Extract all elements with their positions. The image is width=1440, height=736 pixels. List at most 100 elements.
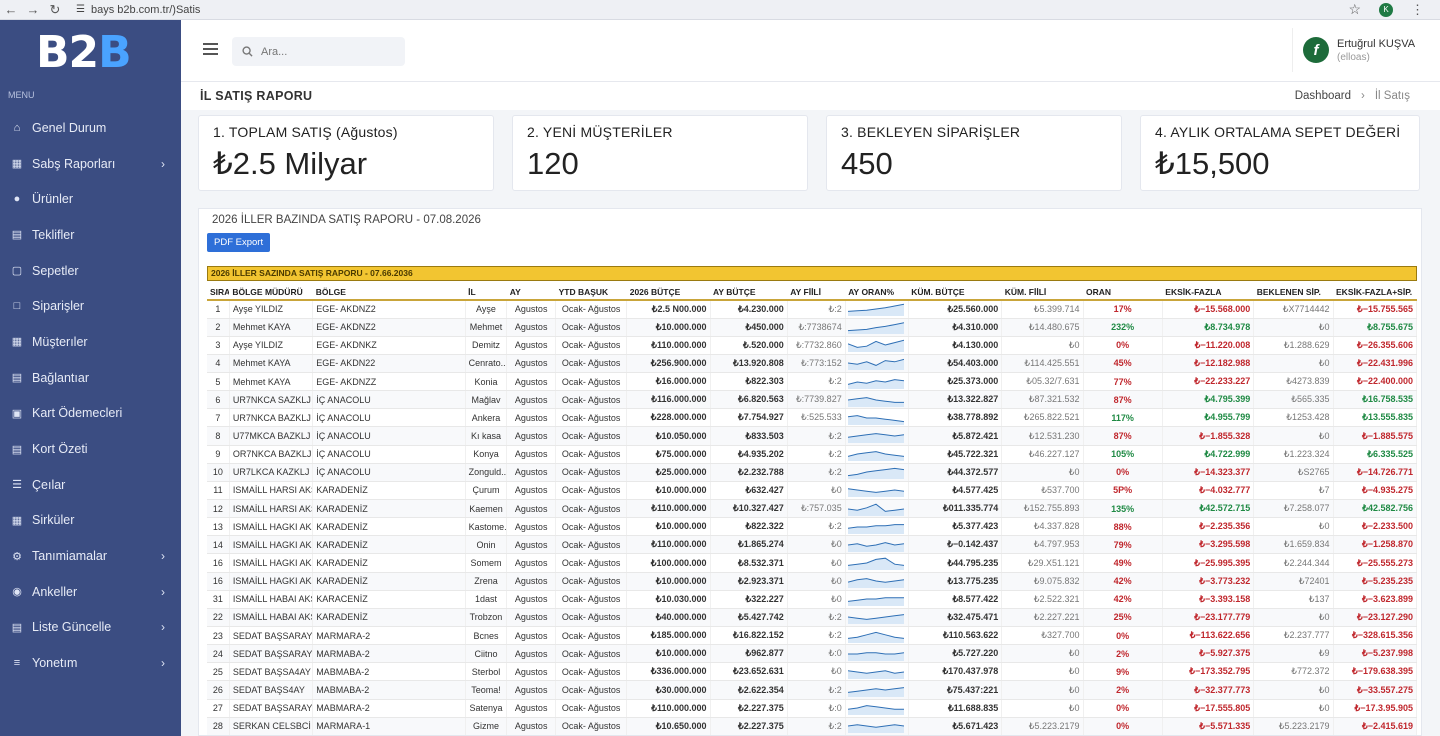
hamburger-menu-icon[interactable] — [203, 43, 218, 55]
brand-logo[interactable]: B2 B — [0, 20, 181, 84]
settings-icon: ⚙ — [12, 550, 22, 563]
search-input[interactable] — [261, 45, 391, 58]
table-row[interactable]: 23 SEDAT BAŞSARAY MARMARA-2 Bcnes Agustos Oca… — [207, 626, 1418, 646]
table-row[interactable]: 16 ISMAİLL HAGKI AKS. KARADENİZ Zrena Agusto… — [207, 572, 1418, 591]
table-row[interactable]: 10 UR7LKCA KAZKLJ İÇ ANACOLU Zonguld... Agus… — [207, 463, 1418, 482]
sidebar-item-label: Sirküler — [32, 513, 75, 528]
cell-ay-butce: ₺.520.000 — [710, 336, 788, 355]
cell-oran: 0% — [1083, 463, 1163, 482]
browser-menu-icon[interactable]: ⋮ — [1411, 2, 1424, 18]
cell-ay-fiili: ₺:2 — [787, 626, 846, 646]
table-row[interactable]: 9 OR7NKCA BAZKLJ İÇ ANACOLU Konya Agustos Oca… — [207, 445, 1418, 464]
column-header[interactable]: EKSİK-FAZLA — [1162, 284, 1254, 301]
cell-ay-fiili: ₺:773:152 — [787, 354, 846, 374]
sidebar-item-3[interactable]: ▤ Teklifler — [0, 217, 181, 253]
table-row[interactable]: 6 UR7NKCA SAZKLJ İÇ ANACOLU Mağlav Agustos Oc… — [207, 390, 1418, 410]
cell-oran: 79% — [1083, 535, 1163, 555]
sidebar-item-8[interactable]: ▣ Kart Ödemecleri — [0, 396, 181, 432]
column-header[interactable]: EKSİK-FAZLA+SİP. — [1333, 284, 1417, 301]
table-row[interactable]: 16 ISMAİLL HAGKI AKS. KARADENİZ Somem Agusto… — [207, 553, 1418, 573]
table-row[interactable]: 8 U77MKCA BAZKLJ İÇ ANACOLU Kı kasa Agustos O… — [207, 426, 1418, 446]
cell-butce: ₺30.000.000 — [626, 680, 711, 700]
cell-beklenen: ₺772.372 — [1253, 662, 1334, 682]
table-row[interactable]: 26 SEDAT BAŞS4AY MABMABA-2 Teoma! Agustos Oca… — [207, 680, 1418, 700]
table-row[interactable]: 25 SEDAT BAŞSA4AY MABMABA-2 Sterbol Agustos O… — [207, 662, 1418, 682]
sidebar-item-11[interactable]: ▦ Sirküler — [0, 503, 181, 539]
sidebar-item-12[interactable]: ⚙ Tanımiamalar › — [0, 538, 181, 574]
table-row[interactable]: 4 Mehmet KAYA EGE- AKDN22 Cenrato... Agustos… — [207, 354, 1418, 374]
cell-kum-fiili: ₺0 — [1001, 644, 1084, 664]
sidebar-item-9[interactable]: ▤ Kort Özeti — [0, 431, 181, 467]
bookmark-star-icon[interactable]: ☆ — [1348, 1, 1361, 18]
cell-son: ₺−5.235.235 — [1333, 572, 1418, 591]
column-header[interactable]: SIRA — [207, 284, 230, 301]
table-row[interactable]: 2 Mehmet KAYA EGE- AKDNZ2 Mehmet Agustos Ocak… — [207, 318, 1418, 337]
cell-beklenen: ₺137 — [1253, 590, 1334, 609]
table-row[interactable]: 31 ISMAİLL HABAI AKS. KARACENİZ 1dast Agusto… — [207, 590, 1418, 609]
column-header[interactable]: YTD BAŞUK — [555, 284, 627, 301]
column-header[interactable]: BÖLGE — [312, 284, 466, 301]
table-row[interactable]: 12 ISMAİLL HARSI AKS. KARADENİZ Kaemen Agust… — [207, 499, 1418, 519]
site-info-icon[interactable]: ☰ — [76, 4, 85, 15]
table-row[interactable]: 24 SEDAT BAŞSARAY MARMABA-2 Ciitno Agustos Oc… — [207, 644, 1418, 664]
column-header[interactable]: AY FİİLİ — [787, 284, 846, 301]
cell-butce: ₺110.000.000 — [626, 499, 711, 519]
column-header[interactable]: AY ORAN% — [845, 284, 909, 301]
search-box[interactable] — [232, 37, 405, 66]
user-profile[interactable]: f Ertuğrul KUŞVA (elloas) — [1292, 28, 1422, 72]
sidebar-item-15[interactable]: ≡ Yonetım › — [0, 645, 181, 681]
table-row[interactable]: 5 Mehmet KAYA EGE- AKDNZZ Konia Agustos Ocak-… — [207, 372, 1418, 392]
cell-il: Demitz — [465, 336, 508, 355]
column-header[interactable]: İL — [465, 284, 507, 301]
cell-sira: 6 — [207, 390, 230, 410]
forward-icon[interactable]: → — [22, 2, 44, 17]
table-row[interactable]: 1 Ayşe YILDIZ EGE- AKDNZ2 Ayşe Agustos Ocak- … — [207, 300, 1418, 319]
cell-bolge: KARADENİZ — [312, 517, 466, 537]
column-header[interactable]: BÖLGE MÜDÜRÜ — [229, 284, 313, 301]
trend-sparkline — [845, 680, 909, 700]
address-bar[interactable]: ☰ bays b2b.com.tr/)Satis — [76, 4, 200, 16]
table-row[interactable]: 14 ISMAİLL HAGKI AKS. KARADENİZ Onin Agustos… — [207, 535, 1418, 555]
browser-profile-icon[interactable]: K — [1379, 2, 1393, 17]
table-row[interactable]: 7 UR7NKCA BAZKLJ İÇ ANACOLU Ankera Agustos Oc… — [207, 408, 1418, 428]
sidebar-item-1[interactable]: ▦ Sabş Raporları › — [0, 146, 181, 182]
column-header[interactable]: 2026 BÜTÇE — [626, 284, 711, 301]
table-row[interactable]: 13ISMAİLL HAGKI AKS.KARADENİZKastome...A… — [207, 517, 1418, 537]
cell-sira: 8 — [207, 426, 230, 446]
cell-kum-butce: ₺75.437:221 — [908, 680, 1003, 700]
sidebar-item-13[interactable]: ◉ Ankeller › — [0, 574, 181, 610]
cell-kum-fiili: ₺4.337.828 — [1001, 517, 1084, 537]
sidebar-item-10[interactable]: ☰ Çeılar — [0, 467, 181, 503]
table-row[interactable]: 3 Ayşe YILDIZ EGE- AKDNKZ Demitz Agustos Ocak… — [207, 336, 1418, 355]
cell-eksik: ₺−5.927.375 — [1162, 644, 1255, 664]
sidebar-item-6[interactable]: ▦ Müşterıler — [0, 324, 181, 360]
sidebar-item-5[interactable]: □ Siparişler — [0, 288, 181, 324]
table-row[interactable]: 27 SEDAT BAŞSARAY MABMARA-2 Satenya Agustos O… — [207, 699, 1418, 718]
sidebar-item-label: Çeılar — [32, 477, 66, 492]
column-header[interactable]: KÜM. BÜTÇE — [908, 284, 1002, 301]
column-header[interactable]: KÜM. FİİLİ — [1001, 284, 1084, 301]
cell-beklenen: ₺1.288.629 — [1253, 336, 1334, 355]
breadcrumb-home[interactable]: Dashboard — [1295, 90, 1351, 102]
cell-ay-butce: ₺6.820.563 — [710, 390, 788, 410]
sidebar-item-2[interactable]: ● Ürünler — [0, 181, 181, 217]
sidebar-item-4[interactable]: ▢ Sepetler — [0, 253, 181, 289]
sidebar-item-label: Ürünler — [32, 192, 73, 207]
column-header[interactable]: AY BÜTÇE — [710, 284, 788, 301]
table-row[interactable]: 28 SERKAN CELSBCİ MARMARA-1 Gizme Agustos Oca… — [207, 717, 1418, 735]
sidebar-item-0[interactable]: ⌂ Genel Durum — [0, 110, 181, 146]
column-header[interactable]: ORAN — [1083, 284, 1163, 301]
reload-icon[interactable]: ↻ — [44, 2, 66, 18]
sidebar-menu: ⌂ Genel Durum ▦ Sabş Raporları › ● Ürünler ▤ Tek… — [0, 110, 181, 681]
table-row[interactable]: 11 ISMAİLL HARSI AKS. KARADENİZ Çurum Agusto… — [207, 481, 1418, 501]
sidebar-item-7[interactable]: ▤ Bağlantıar — [0, 360, 181, 396]
back-icon[interactable]: ← — [0, 2, 22, 17]
cell-il: Cenrato... — [465, 354, 508, 374]
table-row[interactable]: 22 ISMAİLL HABAI AKS. KARADENİZ Trobzon Agus… — [207, 608, 1418, 628]
sidebar-item-14[interactable]: ▤ Liste Güncelle › — [0, 610, 181, 646]
trend-sparkline — [845, 590, 909, 609]
column-header[interactable]: BEKLENEN SİP. — [1253, 284, 1334, 301]
cell-beklenen: ₺7 — [1253, 481, 1334, 501]
column-header[interactable]: AY — [506, 284, 556, 301]
pdf-export-button[interactable]: PDF Export — [207, 233, 271, 252]
